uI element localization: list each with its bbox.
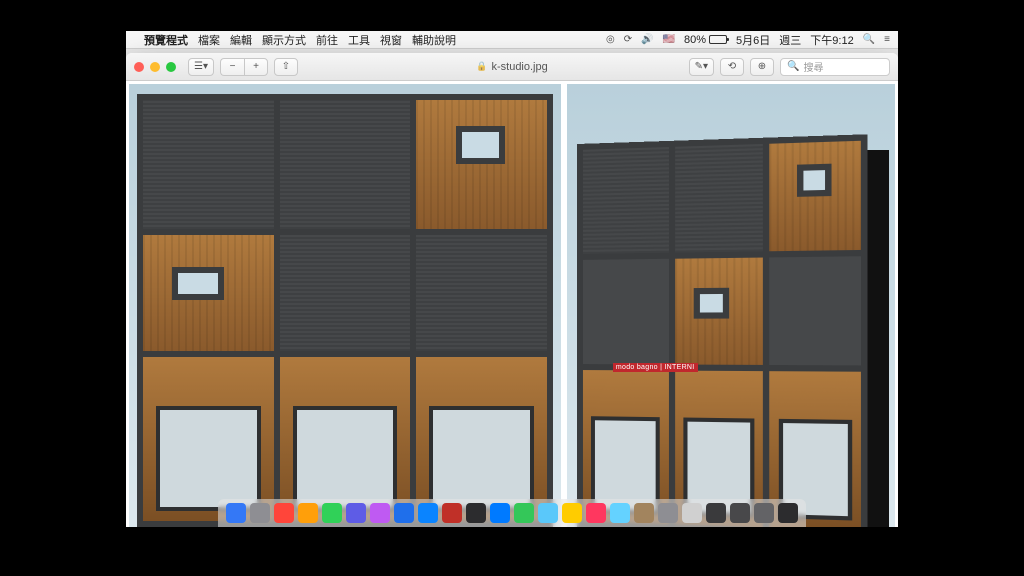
input-source-icon[interactable]: 🇺🇸 [663, 34, 675, 45]
preview-window: ☰▾ − + ⇧ 🔒 k-studio.jpg ✎▾ ⟲ ⊕ 🔍 搜尋 [126, 53, 898, 527]
sidebar-toggle-button[interactable]: ☰▾ [188, 58, 214, 76]
image-left-elevation [129, 84, 561, 527]
close-icon[interactable] [134, 62, 144, 72]
image-viewport[interactable]: modo bagno | INTERNI [126, 81, 898, 527]
notification-center-icon[interactable]: ≡ [884, 34, 890, 45]
dock-app-5[interactable] [346, 503, 366, 523]
filename-label: k-studio.jpg [491, 61, 547, 73]
zoom-out-button[interactable]: − [220, 58, 244, 76]
dock-app-10[interactable] [466, 503, 486, 523]
battery-icon [709, 35, 727, 44]
menu-edit[interactable]: 編輯 [230, 32, 252, 48]
dock-app-13[interactable] [538, 503, 558, 523]
menubar-date[interactable]: 5月6日 [736, 32, 770, 48]
battery-percent: 80% [684, 34, 706, 46]
dock-app-2[interactable] [274, 503, 294, 523]
menubar-time: 下午9:12 [810, 32, 853, 48]
dock-app-16[interactable] [610, 503, 630, 523]
menu-file[interactable]: 檔案 [198, 32, 220, 48]
annotate-button[interactable]: ⊕ [750, 58, 774, 76]
dock-app-4[interactable] [322, 503, 342, 523]
rotate-button[interactable]: ⟲ [720, 58, 744, 76]
dock-app-17[interactable] [634, 503, 654, 523]
dock-app-8[interactable] [418, 503, 438, 523]
search-input[interactable]: 🔍 搜尋 [780, 58, 890, 76]
lock-icon: 🔒 [476, 61, 487, 72]
dock-app-14[interactable] [562, 503, 582, 523]
dock-app-19[interactable] [682, 503, 702, 523]
search-icon: 🔍 [787, 61, 799, 72]
spotlight-icon[interactable]: 🔍 [863, 34, 875, 45]
dock-app-6[interactable] [370, 503, 390, 523]
share-button[interactable]: ⇧ [274, 58, 298, 76]
dock-app-21[interactable] [730, 503, 750, 523]
airplay-icon[interactable]: ◎ [606, 34, 615, 45]
dock-app-20[interactable] [706, 503, 726, 523]
battery-status[interactable]: 80% [684, 34, 727, 46]
window-title: 🔒 k-studio.jpg [476, 61, 547, 73]
macos-desktop: 預覽程式 檔案 編輯 顯示方式 前往 工具 視窗 輔助說明 ◎ ⟳ 🔊 🇺🇸 8… [126, 31, 898, 527]
dock-app-23[interactable] [778, 503, 798, 523]
menu-go[interactable]: 前往 [316, 32, 338, 48]
dock-app-22[interactable] [754, 503, 774, 523]
volume-icon[interactable]: 🔊 [641, 34, 653, 45]
menu-bar: 預覽程式 檔案 編輯 顯示方式 前往 工具 視窗 輔助說明 ◎ ⟳ 🔊 🇺🇸 8… [126, 31, 898, 49]
search-placeholder: 搜尋 [803, 59, 823, 74]
window-titlebar[interactable]: ☰▾ − + ⇧ 🔒 k-studio.jpg ✎▾ ⟲ ⊕ 🔍 搜尋 [126, 53, 898, 81]
zoom-in-button[interactable]: + [244, 58, 268, 76]
dock-app-15[interactable] [586, 503, 606, 523]
app-menu[interactable]: 預覽程式 [144, 32, 188, 48]
dock-app-9[interactable] [442, 503, 462, 523]
dock-app-0[interactable] [226, 503, 246, 523]
dock-app-7[interactable] [394, 503, 414, 523]
minimize-icon[interactable] [150, 62, 160, 72]
menu-window[interactable]: 視窗 [380, 32, 402, 48]
window-controls [134, 62, 176, 72]
menu-tools[interactable]: 工具 [348, 32, 370, 48]
storefront-sign: modo bagno | INTERNI [613, 363, 698, 372]
dock[interactable] [218, 499, 806, 527]
fullscreen-icon[interactable] [166, 62, 176, 72]
dock-app-12[interactable] [514, 503, 534, 523]
markup-button[interactable]: ✎▾ [689, 58, 714, 76]
image-right-perspective: modo bagno | INTERNI [567, 84, 895, 527]
menu-view[interactable]: 顯示方式 [262, 32, 306, 48]
dock-app-3[interactable] [298, 503, 318, 523]
sync-icon[interactable]: ⟳ [624, 34, 632, 45]
dock-app-11[interactable] [490, 503, 510, 523]
dock-app-1[interactable] [250, 503, 270, 523]
menubar-weekday: 週三 [779, 32, 801, 48]
zoom-group: − + [220, 58, 268, 76]
menu-help[interactable]: 輔助說明 [412, 32, 456, 48]
dock-app-18[interactable] [658, 503, 678, 523]
